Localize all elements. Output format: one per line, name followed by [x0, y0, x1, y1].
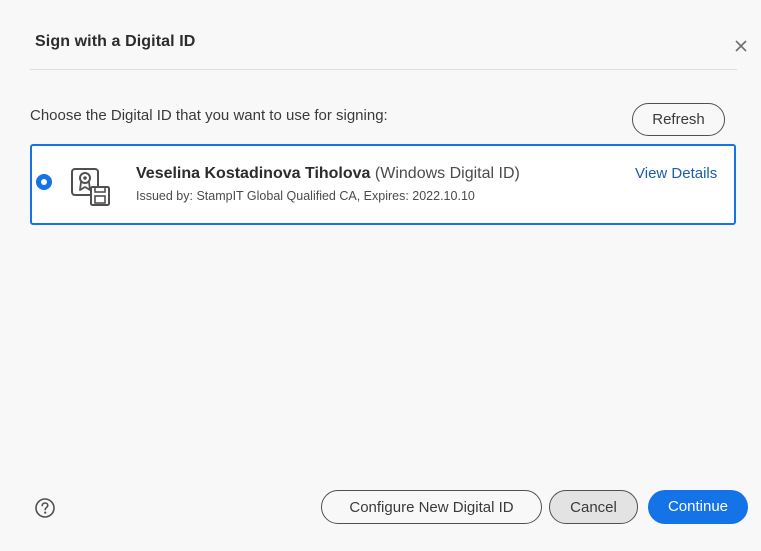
- sign-digital-id-dialog: Sign with a Digital ID Choose the Digita…: [0, 0, 761, 551]
- refresh-button[interactable]: Refresh: [632, 103, 725, 136]
- digital-id-issuer-expiry: Issued by: StampIT Global Qualified CA, …: [136, 189, 475, 203]
- help-icon: [35, 498, 55, 518]
- digital-id-title: Veselina Kostadinova Tiholova (Windows D…: [136, 165, 520, 183]
- help-button[interactable]: [34, 497, 56, 519]
- radio-dot: [41, 179, 47, 185]
- digital-id-type: (Windows Digital ID): [374, 165, 520, 182]
- digital-id-radio-selected[interactable]: [36, 174, 52, 190]
- cancel-button[interactable]: Cancel: [549, 490, 638, 524]
- continue-button[interactable]: Continue: [648, 490, 748, 524]
- digital-id-name: Veselina Kostadinova Tiholova: [136, 165, 371, 182]
- configure-new-digital-id-button[interactable]: Configure New Digital ID: [321, 490, 542, 524]
- choose-id-prompt: Choose the Digital ID that you want to u…: [30, 107, 388, 124]
- close-button[interactable]: [731, 36, 751, 56]
- certificate-icon: [71, 168, 110, 206]
- view-details-link[interactable]: View Details: [635, 165, 717, 182]
- digital-id-item[interactable]: Veselina Kostadinova Tiholova (Windows D…: [30, 144, 736, 225]
- dialog-title: Sign with a Digital ID: [35, 33, 196, 50]
- close-icon: [735, 40, 747, 52]
- title-divider: [30, 69, 737, 70]
